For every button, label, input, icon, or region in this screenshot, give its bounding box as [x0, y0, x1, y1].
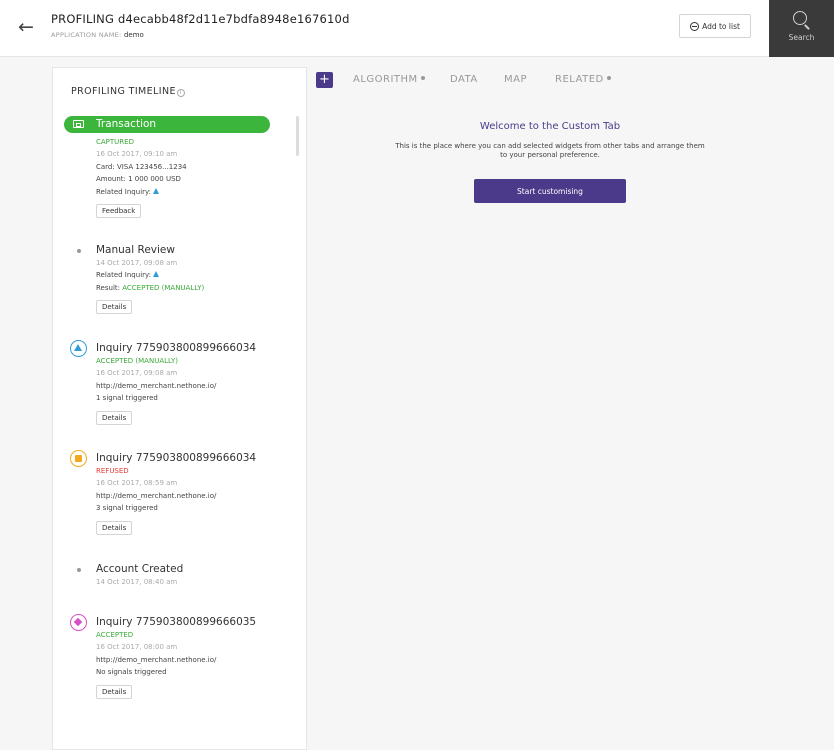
inquiry-3-label: Inquiry 775903800899666035 [96, 616, 257, 628]
tab-data-label: DATA [450, 74, 478, 85]
search-label: Search [788, 33, 815, 42]
custom-tab-description-line: to your personal preference. [500, 151, 600, 159]
related-inquiry-label: Related Inquiry: [96, 187, 152, 196]
account-created-date: 14 Oct 2017, 08:40 am [96, 578, 178, 586]
inquiry-2-url: http://demo_merchant.nethone.io/ [96, 491, 217, 500]
transaction-amount: Amount: 1 000 000 USD [96, 175, 181, 184]
review-details-button[interactable]: Details [96, 300, 133, 315]
custom-tab-description: This is the place where you can add sele… [380, 142, 720, 160]
tab-related-label: RELATED [555, 74, 604, 85]
inquiry-refused-icon [70, 450, 87, 467]
custom-tab-heading: Welcome to the Custom Tab [479, 121, 621, 132]
add-to-list-button[interactable]: Add to list [679, 14, 751, 38]
inquiry-accepted-icon [70, 614, 87, 631]
page-title: PROFILING d4ecabb48f2d11e7bdfa8948e16761… [51, 12, 350, 26]
inquiry-entry-1: Inquiry 775903800899666034 ACCEPTED (MAN… [96, 342, 256, 425]
manual-review-result: Result: ACCEPTED (MANUALLY) [96, 282, 204, 294]
add-to-list-label: Add to list [702, 21, 740, 31]
timeline-dot [77, 249, 81, 253]
custom-tab-description-line: This is the place where you can add sele… [395, 142, 705, 150]
minus-circle-icon [690, 21, 700, 31]
transaction-status: CAPTURED [96, 138, 134, 146]
account-created-label: Account Created [96, 563, 184, 575]
tab-map-label: MAP [504, 74, 527, 85]
inquiry-entry-2: Inquiry 775903800899666034 REFUSED 16 Oc… [96, 452, 256, 535]
back-arrow-icon[interactable]: ← [18, 16, 40, 38]
search-icon [793, 11, 807, 25]
inquiry-1-status: ACCEPTED (MANUALLY) [96, 357, 178, 365]
tab-algorithm-label: ALGORITHM [353, 74, 418, 85]
card-icon [73, 120, 84, 128]
inquiry-1-details-button[interactable]: Details [96, 410, 133, 425]
inquiry-2-details-button[interactable]: Details [96, 520, 133, 535]
inquiry-triangle-icon[interactable] [153, 271, 160, 278]
timeline-title: PROFILING TIMELINE i [71, 86, 185, 97]
application-name-label: APPLICATION NAME: [51, 31, 122, 39]
start-customising-button[interactable]: Start customising [474, 179, 626, 203]
manual-review-related: Related Inquiry: [96, 269, 204, 281]
application-name-value: demo [123, 31, 144, 39]
related-inquiry-label: Related Inquiry: [96, 271, 152, 280]
tab-data[interactable]: DATA [450, 74, 478, 85]
inquiry-accepted-manually-icon [70, 340, 87, 357]
inquiry-entry-3: Inquiry 775903800899666035 ACCEPTED 16 O… [96, 616, 256, 699]
inquiry-1-url: http://demo_merchant.nethone.io/ [96, 381, 217, 390]
tab-map[interactable]: MAP [504, 74, 527, 85]
result-label: Result: [96, 283, 120, 292]
transaction-pill[interactable]: Transaction 805610938391593334 [64, 116, 270, 147]
transaction-details: CAPTURED 16 Oct 2017, 09:10 am Card: VIS… [96, 136, 187, 219]
inquiry-3-date: 16 Oct 2017, 08:00 am [96, 643, 178, 652]
inquiry-3-signals: No signals triggered [96, 668, 167, 677]
inquiry-2-signals: 3 signal triggered [96, 504, 158, 513]
tab-indicator-dot [606, 76, 611, 80]
inquiry-3-status: ACCEPTED [96, 631, 134, 639]
transaction-related: Related Inquiry: [96, 186, 187, 198]
inquiry-2-status: REFUSED [96, 467, 129, 475]
add-tab-button[interactable]: + [316, 72, 333, 88]
inquiry-2-label: Inquiry 775903800899666034 [96, 452, 257, 464]
inquiry-1-label: Inquiry 775903800899666034 [96, 342, 257, 354]
manual-review-entry: Manual Review 14 Oct 2017, 09:08 am Rela… [96, 244, 204, 315]
info-icon[interactable]: i [176, 89, 185, 97]
timeline-dot [77, 568, 81, 572]
top-bar: ← PROFILING d4ecabb48f2d11e7bdfa8948e167… [0, 0, 834, 57]
feedback-button[interactable]: Feedback [96, 204, 142, 219]
inquiry-3-url: http://demo_merchant.nethone.io/ [96, 655, 217, 664]
account-created-entry: Account Created 14 Oct 2017, 08:40 am [96, 563, 183, 588]
application-name: APPLICATION NAME: demo [51, 31, 144, 39]
tab-indicator-dot [420, 76, 425, 80]
inquiry-1-date: 16 Oct 2017, 09:08 am [96, 369, 178, 378]
tab-algorithm[interactable]: ALGORITHM [353, 74, 425, 85]
transaction-card: Card: VISA 123456...1234 [96, 162, 187, 171]
search-button[interactable]: Search [769, 0, 834, 57]
inquiry-3-details-button[interactable]: Details [96, 684, 133, 699]
manual-review-date: 14 Oct 2017, 09:08 am [96, 259, 178, 267]
inquiry-2-date: 16 Oct 2017, 08:59 am [96, 479, 178, 488]
timeline-scrollbar[interactable] [296, 116, 299, 156]
tab-related[interactable]: RELATED [555, 74, 611, 85]
inquiry-triangle-icon[interactable] [153, 187, 160, 194]
transaction-date: 16 Oct 2017, 09:10 am [96, 150, 178, 159]
manual-review-label: Manual Review [96, 244, 175, 256]
inquiry-1-signals: 1 signal triggered [96, 394, 158, 403]
result-value: ACCEPTED (MANUALLY) [122, 283, 205, 292]
timeline-title-text: PROFILING TIMELINE [71, 86, 176, 97]
profiling-timeline-panel: PROFILING TIMELINE i Transaction 80561093… [52, 67, 307, 750]
